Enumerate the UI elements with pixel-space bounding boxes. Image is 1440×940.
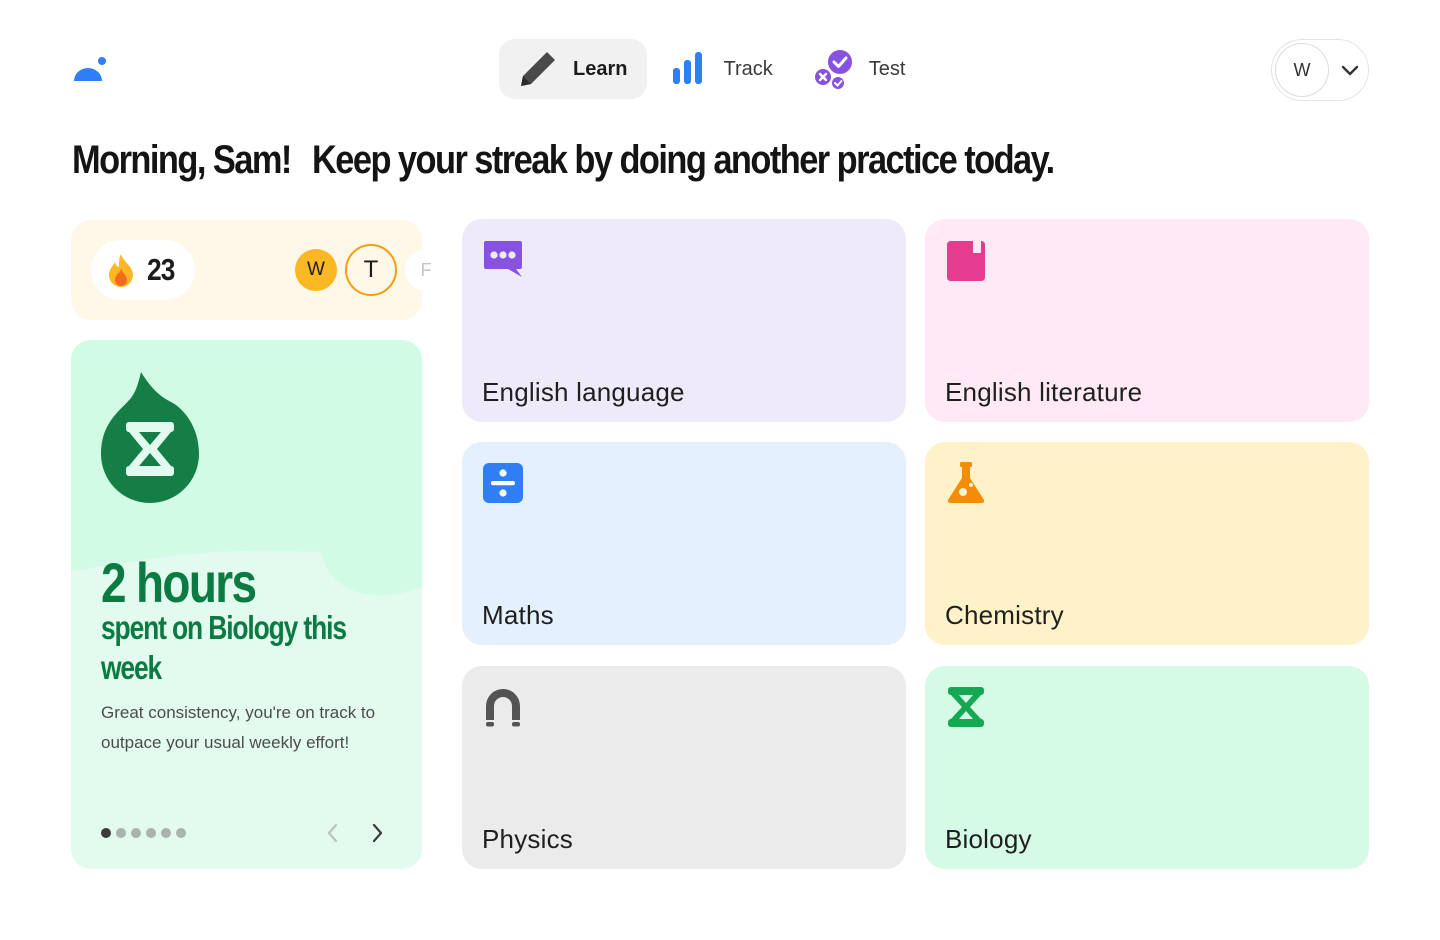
subject-label: Biology bbox=[945, 824, 1032, 854]
subject-label: Physics bbox=[482, 824, 573, 854]
bar-chart-icon bbox=[667, 48, 709, 90]
flame-icon bbox=[109, 254, 133, 287]
subject-label: Chemistry bbox=[945, 600, 1064, 630]
chevron-left-icon[interactable] bbox=[321, 820, 345, 846]
stat-subheadline: spent on Biology this week bbox=[101, 609, 347, 686]
avatar: W bbox=[1275, 43, 1329, 97]
speech-bubble-icon bbox=[484, 241, 522, 277]
check-badges-icon bbox=[813, 48, 855, 90]
greeting-heading: Morning, Sam! Keep your streak by doing … bbox=[72, 138, 1175, 183]
nav-track-label: Track bbox=[723, 57, 773, 80]
streak-day-done: W bbox=[295, 249, 337, 291]
book-icon bbox=[947, 239, 985, 281]
flask-icon bbox=[947, 462, 985, 503]
pager-dot[interactable] bbox=[161, 828, 171, 838]
pager-dot[interactable] bbox=[116, 828, 126, 838]
pager-dot[interactable] bbox=[131, 828, 141, 838]
subject-tile-english-literature[interactable]: English literature bbox=[925, 219, 1369, 422]
dna-icon bbox=[948, 687, 984, 727]
chevron-down-icon bbox=[1341, 65, 1359, 76]
main-nav: Learn Track Test bbox=[499, 39, 925, 99]
pager-dots bbox=[101, 828, 186, 838]
pager-dot[interactable] bbox=[146, 828, 156, 838]
subject-tile-biology[interactable]: Biology bbox=[925, 666, 1369, 869]
app-logo-icon[interactable] bbox=[72, 56, 108, 84]
weekly-stat-card: 2 hours spent on Biology this week Great… bbox=[71, 340, 422, 869]
stat-description: Great consistency, you're on track to ou… bbox=[101, 703, 376, 752]
dna-drop-icon bbox=[101, 372, 199, 503]
subject-tile-english-language[interactable]: English language bbox=[462, 219, 906, 422]
divide-icon bbox=[483, 463, 523, 503]
nav-test-tab[interactable]: Test bbox=[813, 39, 926, 99]
streak-day-future: F bbox=[405, 249, 447, 291]
subject-tile-chemistry[interactable]: Chemistry bbox=[925, 442, 1369, 645]
nav-test-label: Test bbox=[868, 57, 906, 80]
greeting-message: Keep your streak by doing another practi… bbox=[312, 138, 1055, 182]
subject-tile-physics[interactable]: Physics bbox=[462, 666, 906, 869]
subject-tile-maths[interactable]: Maths bbox=[462, 442, 906, 645]
streak-day-today: T bbox=[345, 244, 397, 296]
nav-learn-tab[interactable]: Learn bbox=[499, 39, 648, 99]
nav-track-tab[interactable]: Track bbox=[667, 39, 792, 99]
streak-counter: 23 bbox=[91, 240, 195, 300]
stat-headline: 2 hours bbox=[101, 551, 257, 614]
magnet-icon bbox=[486, 689, 520, 727]
subject-label: English literature bbox=[945, 377, 1143, 407]
pager-dot[interactable] bbox=[101, 828, 111, 838]
subject-label: Maths bbox=[482, 600, 554, 630]
greeting-hello: Morning, Sam! bbox=[72, 138, 292, 182]
user-menu-button[interactable]: W bbox=[1271, 39, 1369, 101]
streak-count: 23 bbox=[147, 252, 175, 287]
pager-dot[interactable] bbox=[176, 828, 186, 838]
chevron-right-icon[interactable] bbox=[365, 820, 389, 846]
subject-label: English language bbox=[482, 377, 685, 407]
streak-card: 23 W T F bbox=[71, 220, 447, 320]
pencil-icon bbox=[517, 48, 559, 90]
nav-learn-label: Learn bbox=[573, 57, 628, 80]
